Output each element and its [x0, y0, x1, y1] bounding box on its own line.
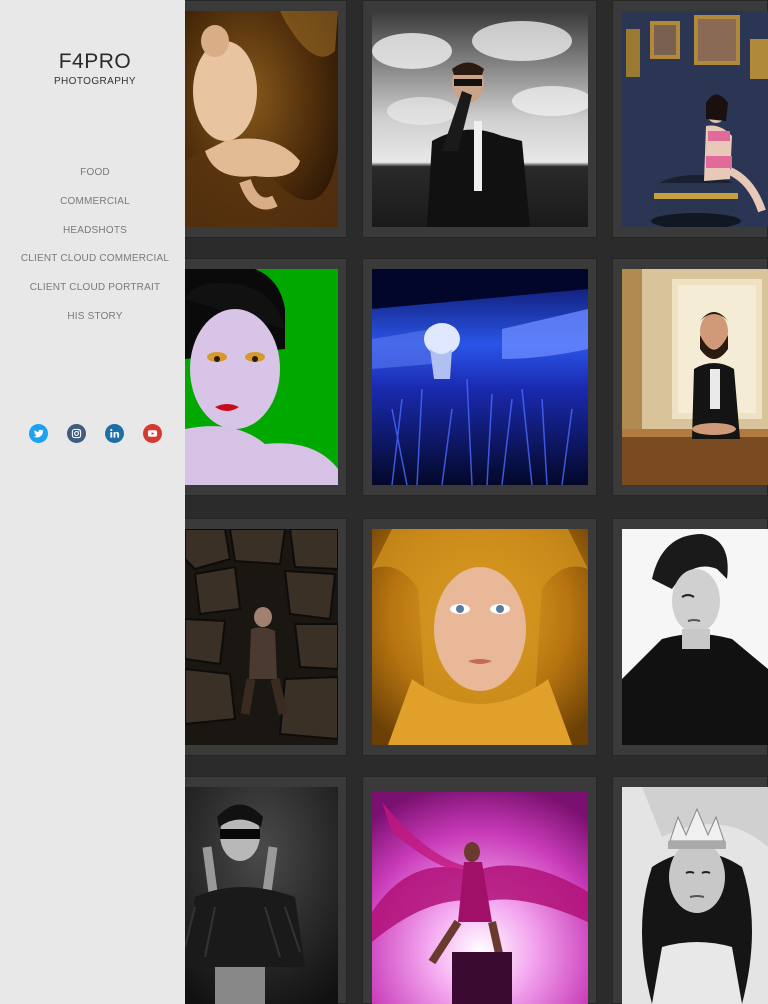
photo-bearded-man-suit-table[interactable]: [622, 269, 768, 485]
social-links: [29, 424, 162, 443]
youtube-icon[interactable]: [143, 424, 162, 443]
photo-dancer-pink-fabric[interactable]: [372, 792, 588, 1004]
nav-item-his-story[interactable]: HIS STORY: [0, 308, 190, 337]
brand-logo[interactable]: F4PRO PHOTOGRAPHY: [0, 50, 190, 89]
nav-item-client-cloud-commercial[interactable]: CLIENT CLOUD COMMERCIAL: [0, 250, 190, 279]
brand-subtitle: PHOTOGRAPHY: [53, 76, 136, 87]
photo-man-rocks-dark[interactable]: [185, 529, 338, 745]
nav-item-client-cloud-portrait[interactable]: CLIENT CLOUD PORTRAIT: [0, 279, 190, 308]
main-nav: FOOD COMMERCIAL HEADSHOTS CLIENT CLOUD C…: [0, 164, 190, 337]
nav-item-commercial[interactable]: COMMERCIAL: [0, 193, 190, 222]
photo-woman-blindfold-feathers[interactable]: [185, 787, 338, 1004]
linkedin-icon[interactable]: [105, 424, 124, 443]
twitter-icon[interactable]: [29, 424, 48, 443]
brand-name: F4PRO: [58, 50, 132, 73]
photo-woman-crown-black-white[interactable]: [622, 787, 768, 1004]
page: F4PRO PHOTOGRAPHY FOOD COMMERCIAL HEADSH…: [0, 0, 768, 1004]
photo-woman-purple-skin-green-bg[interactable]: [185, 269, 338, 485]
photo-pregnant-woman-gold-fabric[interactable]: [185, 11, 338, 227]
photo-woman-blue-grass[interactable]: [372, 269, 588, 485]
photo-woman-pink-lingerie-paintings[interactable]: [622, 11, 768, 227]
photo-woman-gold-scarf[interactable]: [372, 529, 588, 745]
photo-woman-black-white-profile[interactable]: [622, 529, 768, 745]
instagram-icon[interactable]: [67, 424, 86, 443]
nav-item-headshots[interactable]: HEADSHOTS: [0, 222, 190, 251]
sidebar: F4PRO PHOTOGRAPHY FOOD COMMERCIAL HEADSH…: [0, 0, 185, 1004]
photo-man-suit-sunglasses-sky[interactable]: [372, 11, 588, 227]
nav-item-food[interactable]: FOOD: [0, 164, 190, 193]
